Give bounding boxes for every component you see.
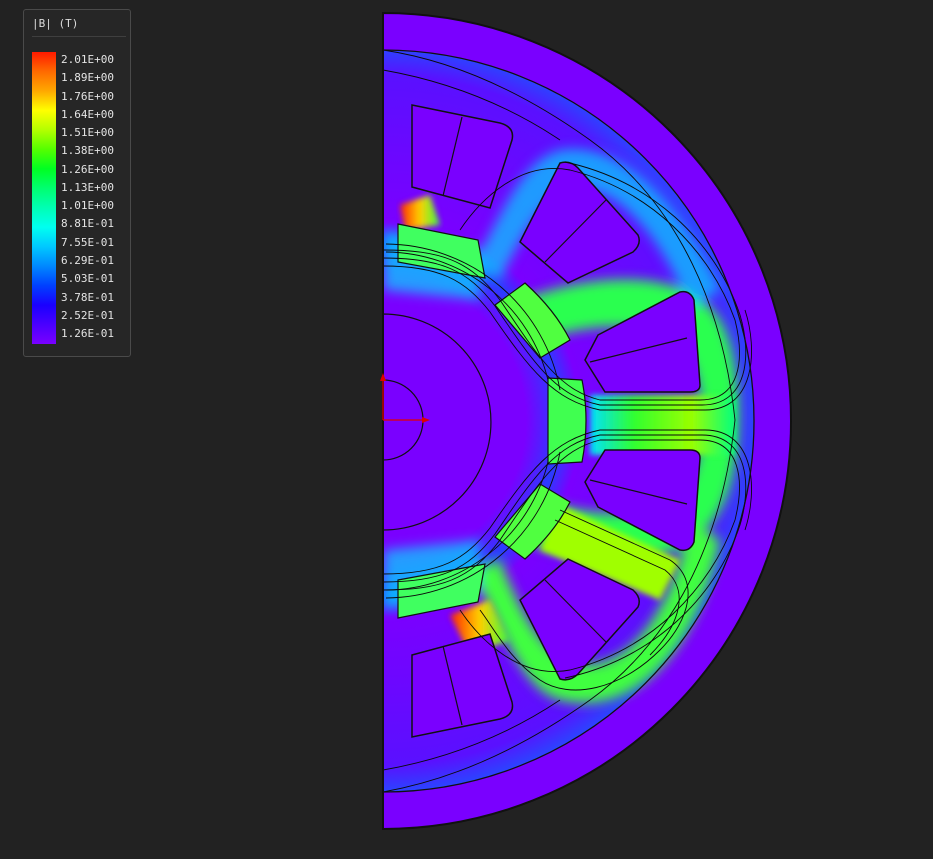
color-legend[interactable]: |B| (T) 2.01E+00 1.89E+00 1.76E+00 1.64E+00… [23,9,131,357]
legend-tick-label: 1.26E-01 [61,327,114,341]
legend-tick-label: 8.81E-01 [61,217,114,231]
legend-tick-label: 1.38E+00 [61,144,114,158]
legend-tick-label: 1.64E+00 [61,107,114,121]
legend-tick-label: 7.55E-01 [61,235,114,249]
legend-tick-label: 1.01E+00 [61,199,114,213]
legend-tick-label: 1.51E+00 [61,126,114,140]
legend-color-bar [32,52,56,344]
legend-tick-label: 1.89E+00 [61,71,114,85]
legend-tick-label: 6.29E-01 [61,253,114,267]
legend-tick-label: 2.52E-01 [61,308,114,322]
legend-tick-label: 3.78E-01 [61,290,114,304]
legend-title: |B| (T) [32,17,126,37]
legend-tick-label: 2.01E+00 [61,53,114,66]
legend-tick-label: 5.03E-01 [61,272,114,286]
machine-cross-section [383,13,791,829]
field-plot[interactable] [0,0,933,859]
legend-tick-label: 1.26E+00 [61,162,114,176]
legend-tick-label: 1.13E+00 [61,180,114,194]
legend-tick-label: 1.76E+00 [61,89,114,103]
